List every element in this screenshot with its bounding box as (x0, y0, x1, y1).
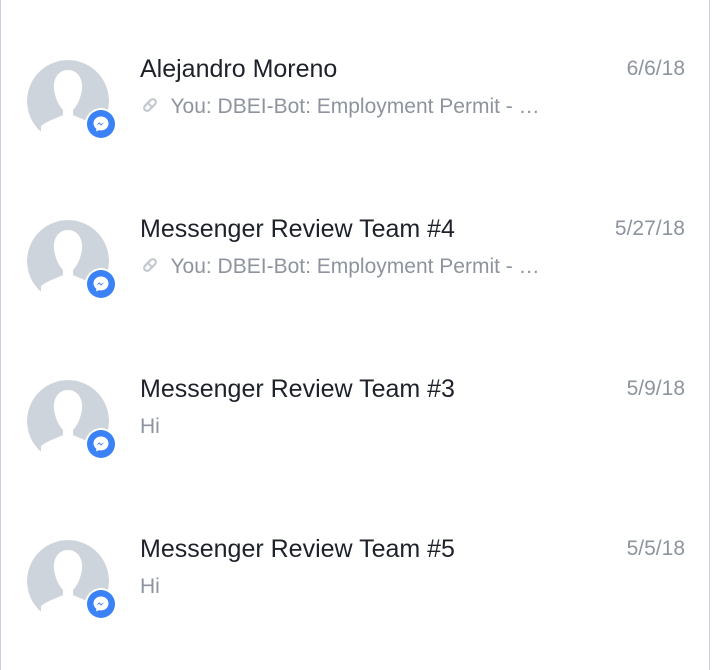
thread-date: 6/6/18 (626, 57, 685, 80)
thread-snippet-row: Hi (140, 573, 586, 601)
thread-snippet: You: DBEI-Bot: Employment Permit - … (170, 95, 540, 118)
thread-item-messenger-review-team-5[interactable]: Messenger Review Team #5 5/5/18 Hi (1, 480, 709, 640)
messenger-badge (85, 588, 117, 620)
thread-snippet: Hi (140, 575, 160, 598)
thread-date: 5/27/18 (614, 217, 685, 240)
thread-item-messenger-review-team-4[interactable]: Messenger Review Team #4 5/27/18 You: DB… (1, 160, 709, 320)
messenger-badge (85, 428, 117, 460)
avatar (27, 60, 117, 142)
thread-snippet-row: You: DBEI-Bot: Employment Permit - … (140, 253, 586, 281)
avatar (27, 220, 117, 302)
messenger-icon (87, 110, 115, 138)
thread-snippet-row: You: DBEI-Bot: Employment Permit - … (140, 93, 586, 121)
thread-item-alejandro-moreno[interactable]: Alejandro Moreno 6/6/18 You: DBEI-Bot: E… (1, 0, 709, 160)
conversation-list-panel: Alejandro Moreno 6/6/18 You: DBEI-Bot: E… (0, 0, 710, 670)
attachment-icon (143, 98, 157, 112)
thread-list: Alejandro Moreno 6/6/18 You: DBEI-Bot: E… (1, 0, 709, 670)
thread-snippet-row: Hi (140, 413, 586, 441)
thread-date: 5/9/18 (626, 377, 685, 400)
thread-snippet: You: DBEI-Bot: Employment Permit - … (170, 255, 540, 278)
messenger-icon (87, 590, 115, 618)
thread-item-messenger-review-team-3[interactable]: Messenger Review Team #3 5/9/18 Hi (1, 320, 709, 480)
messenger-badge (85, 268, 117, 300)
messenger-badge (85, 108, 117, 140)
messenger-icon (87, 270, 115, 298)
thread-name: Alejandro Moreno (140, 55, 338, 83)
avatar (27, 380, 117, 462)
thread-name: Messenger Review Team #4 (140, 215, 455, 243)
thread-date: 5/5/18 (626, 537, 685, 560)
attachment-icon (143, 258, 157, 272)
thread-name: Messenger Review Team #3 (140, 375, 455, 403)
messenger-icon (87, 430, 115, 458)
thread-snippet: Hi (140, 415, 160, 438)
thread-name: Messenger Review Team #5 (140, 535, 455, 563)
avatar (27, 540, 117, 622)
